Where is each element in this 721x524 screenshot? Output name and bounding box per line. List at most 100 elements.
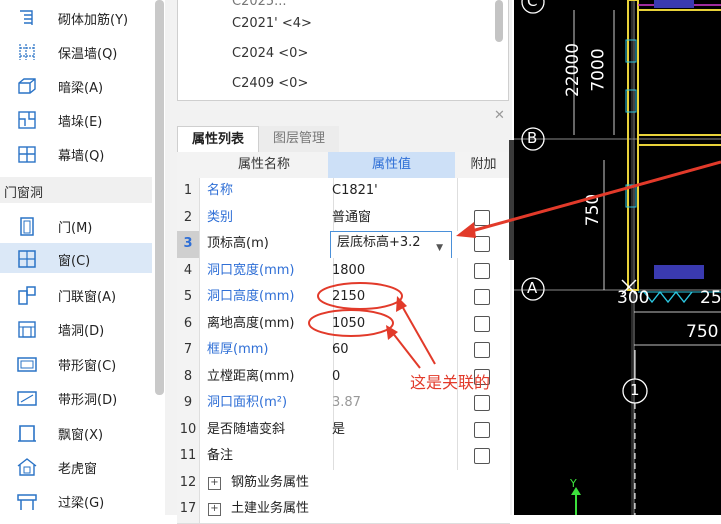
door-window-icon <box>16 285 38 305</box>
property-name-text: 名称 <box>207 183 234 198</box>
table-row[interactable]: 10 是否随墙变斜 是 <box>177 416 510 444</box>
dim-750-vertical: 750 <box>583 193 604 227</box>
table-row[interactable]: 3 顶标高(m) 层底标高+3.2 ▼ <box>177 231 510 260</box>
attach-checkbox[interactable] <box>474 236 490 252</box>
property-name: 类别 <box>201 204 334 231</box>
property-name-text: 类别 <box>207 209 234 225</box>
tree-item-lintel[interactable]: 过梁(G) <box>0 485 152 515</box>
property-name: 钢筋业务属性 <box>201 470 531 497</box>
tree-item-insulation-wall[interactable]: 保温墙(Q) <box>0 36 152 66</box>
property-value[interactable]: 60 <box>328 337 458 364</box>
property-name-text: 钢筋业务属性 <box>231 474 310 490</box>
row-number: 2 <box>177 204 200 231</box>
property-value[interactable]: 2150 <box>328 284 458 311</box>
insulation-wall-icon <box>16 42 38 62</box>
property-value[interactable]: C1821' <box>328 178 458 205</box>
table-row[interactable]: 17 + 土建业务属性 <box>177 496 510 524</box>
attach-checkbox[interactable] <box>474 289 490 305</box>
list-item[interactable]: C2024 <0> <box>232 46 308 61</box>
list-item-partial[interactable]: C2025... <box>232 0 287 9</box>
row-number: 4 <box>177 257 200 284</box>
tree-item-door-window[interactable]: 门联窗(A) <box>0 279 152 309</box>
curtain-wall-icon <box>16 144 38 164</box>
dim-22000: 22000 <box>563 42 584 98</box>
attach-checkbox[interactable] <box>474 448 490 464</box>
window-icon <box>16 249 38 269</box>
tree-category-doors-windows[interactable]: 门窗洞 <box>0 177 152 203</box>
component-list: C2025... C2021' <4> C2024 <0> C2409 <0> <box>177 0 509 101</box>
attach-checkbox[interactable] <box>474 395 490 411</box>
attach-checkbox[interactable] <box>474 262 490 279</box>
tree-item-wall-opening[interactable]: 墙洞(D) <box>0 313 152 343</box>
row-number: 3 <box>177 231 200 258</box>
axis-label-a: A <box>527 279 538 297</box>
list-scrollbar[interactable] <box>495 0 503 42</box>
property-value[interactable]: 1050 <box>328 310 458 337</box>
dim-750-horizontal: 750 <box>686 322 719 342</box>
property-value[interactable]: 3.87 <box>328 390 458 417</box>
row-number: 10 <box>177 416 200 443</box>
property-name-text: 离地高度(mm) <box>207 315 295 331</box>
close-icon[interactable]: ✕ <box>494 108 505 123</box>
tree-item-wall-pier[interactable]: 墙垛(E) <box>0 104 152 134</box>
property-value[interactable]: 是 <box>328 416 458 443</box>
tab-layer-management[interactable]: 图层管理 <box>259 126 339 152</box>
tree-item-dormer-window[interactable]: 老虎窗 <box>0 451 152 481</box>
table-row[interactable]: 11 备注 <box>177 443 510 471</box>
property-name-text: 顶标高(m) <box>207 236 269 251</box>
row-number: 11 <box>177 443 200 470</box>
tree-item-window[interactable]: 窗(C) <box>0 243 152 273</box>
property-name-text: 备注 <box>207 448 234 463</box>
cad-canvas[interactable]: C B A 1 22000 7000 750 300 25 750 Y <box>514 0 721 515</box>
masonry-rebar-icon <box>16 8 38 28</box>
dim-300: 300 <box>617 288 650 308</box>
table-row[interactable]: 4 洞口宽度(mm) 1800 <box>177 257 510 285</box>
tree-scrollbar[interactable] <box>155 0 164 395</box>
value-dropdown[interactable]: 层底标高+3.2 ▼ <box>330 231 452 260</box>
row-number: 7 <box>177 337 200 364</box>
chevron-down-icon[interactable]: ▼ <box>436 235 443 259</box>
list-item[interactable]: C2021' <4> <box>232 16 312 31</box>
table-row[interactable]: 9 洞口面积(m²) 3.87 <box>177 390 510 418</box>
tree-item-strip-opening[interactable]: 带形洞(D) <box>0 382 152 412</box>
property-name: 土建业务属性 <box>201 496 531 523</box>
property-name: 立樘距离(mm) <box>201 363 334 390</box>
tree-item-curtain-wall[interactable]: 幕墙(Q) <box>0 138 152 168</box>
property-value[interactable]: 普通窗 <box>328 204 458 231</box>
tree-item-door[interactable]: 门(M) <box>0 210 152 240</box>
strip-window-icon <box>16 354 38 374</box>
wall-opening-icon <box>16 319 38 339</box>
attach-checkbox[interactable] <box>474 342 490 358</box>
strip-opening-icon <box>16 388 38 408</box>
row-number: 17 <box>177 496 200 523</box>
property-name: 备注 <box>201 443 334 470</box>
property-name: 洞口高度(mm) <box>201 284 334 311</box>
table-row[interactable]: 7 框厚(mm) 60 <box>177 337 510 365</box>
property-name: 框厚(mm) <box>201 337 334 364</box>
attach-checkbox[interactable] <box>474 209 490 226</box>
header-name: 属性名称 <box>237 157 290 172</box>
tree-item-masonry-rebar[interactable]: 砌体加筋(Y) <box>0 2 152 32</box>
row-number: 5 <box>177 284 200 311</box>
dim-7000: 7000 <box>588 48 609 92</box>
property-name-text: 立樘距离(mm) <box>207 368 295 384</box>
attach-checkbox[interactable] <box>474 315 490 332</box>
list-item[interactable]: C2409 <0> <box>232 76 308 91</box>
grid-header: 属性名称 属性值 附加 <box>177 152 510 179</box>
table-row[interactable]: 1 名称 C1821' <box>177 178 510 206</box>
row-number: 1 <box>177 178 200 205</box>
tree-item-bay-window[interactable]: 飘窗(X) <box>0 417 152 447</box>
component-tree-panel: 砌体加筋(Y) 保温墙(Q) 暗梁(A) 墙垛(E) 幕墙(Q) 门窗洞 门(M… <box>0 0 165 515</box>
tab-property-list[interactable]: 属性列表 <box>177 126 259 153</box>
table-row[interactable]: 6 离地高度(mm) 1050 <box>177 310 510 338</box>
tree-item-strip-window[interactable]: 带形窗(C) <box>0 348 152 378</box>
table-row[interactable]: 2 类别 普通窗 <box>177 204 510 232</box>
dropdown-value: 层底标高+3.2 <box>337 235 421 250</box>
property-value[interactable]: 1800 <box>328 257 458 284</box>
tree-item-hidden-beam[interactable]: 暗梁(A) <box>0 70 152 100</box>
table-row[interactable]: 5 洞口高度(mm) 2150 <box>177 284 510 312</box>
property-name-text: 框厚(mm) <box>207 342 269 357</box>
attach-checkbox[interactable] <box>474 421 490 438</box>
property-value[interactable] <box>328 443 458 470</box>
table-row[interactable]: 12 + 钢筋业务属性 <box>177 469 510 497</box>
